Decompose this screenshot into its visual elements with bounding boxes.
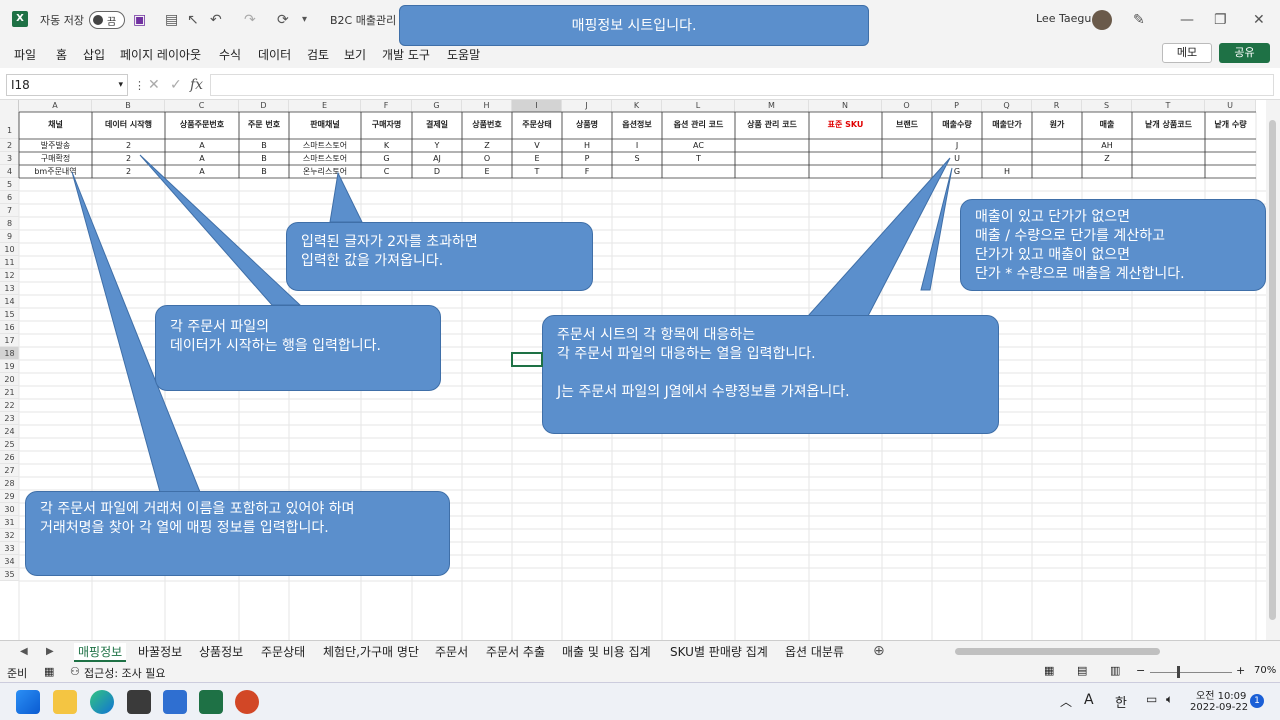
macro-icon[interactable]: ▦ [44, 665, 54, 678]
callout-text-length: 입력된 글자가 2자를 초과하면 입력한 값을 가져옵니다. [286, 222, 593, 291]
zoom-out-icon[interactable]: − [1136, 664, 1145, 677]
callout-line: J는 주문서 파일의 J열에서 수량정보를 가져옵니다. [557, 384, 850, 400]
normal-view-icon[interactable]: ▦ [1044, 664, 1054, 677]
page-break-icon[interactable]: ▥ [1110, 664, 1120, 677]
ime-a[interactable]: A [1084, 692, 1094, 708]
notification-count: 1 [1254, 696, 1260, 706]
notification-badge[interactable]: 1 [1250, 694, 1264, 708]
callout-vendor: 각 주문서 파일에 거래처 이름을 포함하고 있어야 하며 거래처명을 찾아 각… [25, 491, 450, 576]
excel-taskbar-icon[interactable] [199, 690, 223, 714]
horizontal-scrollbar[interactable] [955, 648, 1255, 656]
h-scroll-thumb[interactable] [955, 648, 1160, 655]
callout-line: 주문서 시트의 각 항목에 대응하는 [557, 327, 756, 343]
callout-line: 단가가 있고 매출이 없으면 [975, 247, 1131, 263]
callout-line: 데이터가 시작하는 행을 입력합니다. [170, 338, 381, 354]
zoom-slider-thumb[interactable] [1177, 666, 1180, 678]
tab-order-status[interactable]: 주문상태 [261, 643, 305, 660]
tab-sku-sales[interactable]: SKU별 판매량 집계 [670, 643, 768, 660]
callout-start-row: 각 주문서 파일의 데이터가 시작하는 행을 입력합니다. [155, 305, 441, 391]
callout-line: 매출 / 수량으로 단가를 계산하고 [975, 228, 1165, 244]
tab-reviewers[interactable]: 체험단,가구매 명단 [323, 643, 419, 660]
notepad-icon[interactable] [163, 690, 187, 714]
file-explorer-icon[interactable] [53, 690, 77, 714]
callout-line: 각 주문서 파일에 거래처 이름을 포함하고 있어야 하며 [40, 501, 355, 517]
page-layout-icon[interactable]: ▤ [1077, 664, 1087, 677]
tray-chevron-icon[interactable]: ︿ [1060, 693, 1072, 710]
powerpoint-icon[interactable] [235, 690, 259, 714]
ime-han[interactable]: 한 [1115, 692, 1127, 711]
callout-line: 각 주문서 파일의 대응하는 열을 입력합니다. [557, 346, 816, 362]
status-ready: 준비 [7, 667, 28, 680]
callout-sheet-title: 매핑정보 시트입니다. [399, 5, 869, 46]
selected-cell[interactable] [511, 352, 543, 367]
tab-next-icon[interactable]: ▶ [46, 644, 54, 660]
callout-line: 각 주문서 파일의 [170, 319, 270, 335]
tab-mapping[interactable]: 매핑정보 [74, 643, 127, 662]
callout-line: 입력된 글자가 2자를 초과하면 [301, 234, 478, 250]
callout-line: 단가 * 수량으로 매출을 계산합니다. [975, 266, 1185, 282]
pointer-mapping [806, 157, 951, 317]
taskbar: ︿ A 한 ▭ 🔈︎ 오전 10:09 2022-09-22 1 [0, 682, 1280, 720]
status-bar: 준비 ▦ ⚇ 접근성: 조사 필요 ▦ ▤ ▥ − + 70% [0, 662, 1280, 682]
volume-icon[interactable]: 🔈︎ [1166, 692, 1173, 707]
windows-start-icon[interactable] [16, 690, 40, 714]
callout-line [557, 364, 984, 383]
accessibility-icon[interactable]: ⚇ [70, 665, 80, 678]
tab-replace[interactable]: 바꿀정보 [138, 643, 182, 660]
add-sheet-icon[interactable]: ⊕ [873, 643, 885, 659]
tab-order-extract[interactable]: 주문서 추출 [486, 643, 545, 660]
callout-price-calc: 매출이 있고 단가가 없으면 매출 / 수량으로 단가를 계산하고 단가가 있고… [960, 199, 1266, 291]
zoom-slider[interactable] [1150, 672, 1232, 673]
callout-sheet-title-text: 매핑정보 시트입니다. [571, 18, 697, 34]
app-icon[interactable] [127, 690, 151, 714]
callout-line: 입력한 값을 가져옵니다. [301, 253, 444, 269]
pointer-text-len [329, 171, 363, 223]
clock-date[interactable]: 2022-09-22 [1190, 702, 1248, 713]
zoom-in-icon[interactable]: + [1236, 664, 1245, 677]
edge-icon[interactable] [90, 690, 114, 714]
tab-prev-icon[interactable]: ◀ [20, 644, 28, 660]
zoom-level[interactable]: 70% [1254, 665, 1276, 676]
tab-orders[interactable]: 주문서 [435, 643, 468, 660]
tab-option-category[interactable]: 옵션 대분류 [785, 643, 844, 660]
callout-mapping: 주문서 시트의 각 항목에 대응하는 각 주문서 파일의 대응하는 열을 입력합… [542, 315, 999, 434]
accessibility-status[interactable]: 접근성: 조사 필요 [84, 665, 166, 681]
callout-line: 매출이 있고 단가가 없으면 [975, 209, 1131, 225]
sheet-tabs-bar: ◀ ▶ 매핑정보 바꿀정보 상품정보 주문상태 체험단,가구매 명단 주문서 주… [0, 640, 1280, 662]
callout-line: 거래처명을 찾아 각 열에 매핑 정보를 입력합니다. [40, 520, 329, 536]
tab-products[interactable]: 상품정보 [199, 643, 243, 660]
clock-time[interactable]: 오전 10:09 [1196, 687, 1246, 702]
pointer-start-row [139, 154, 302, 306]
network-icon[interactable]: ▭ [1146, 692, 1157, 706]
tab-sales-cost[interactable]: 매출 및 비용 집계 [562, 643, 651, 660]
